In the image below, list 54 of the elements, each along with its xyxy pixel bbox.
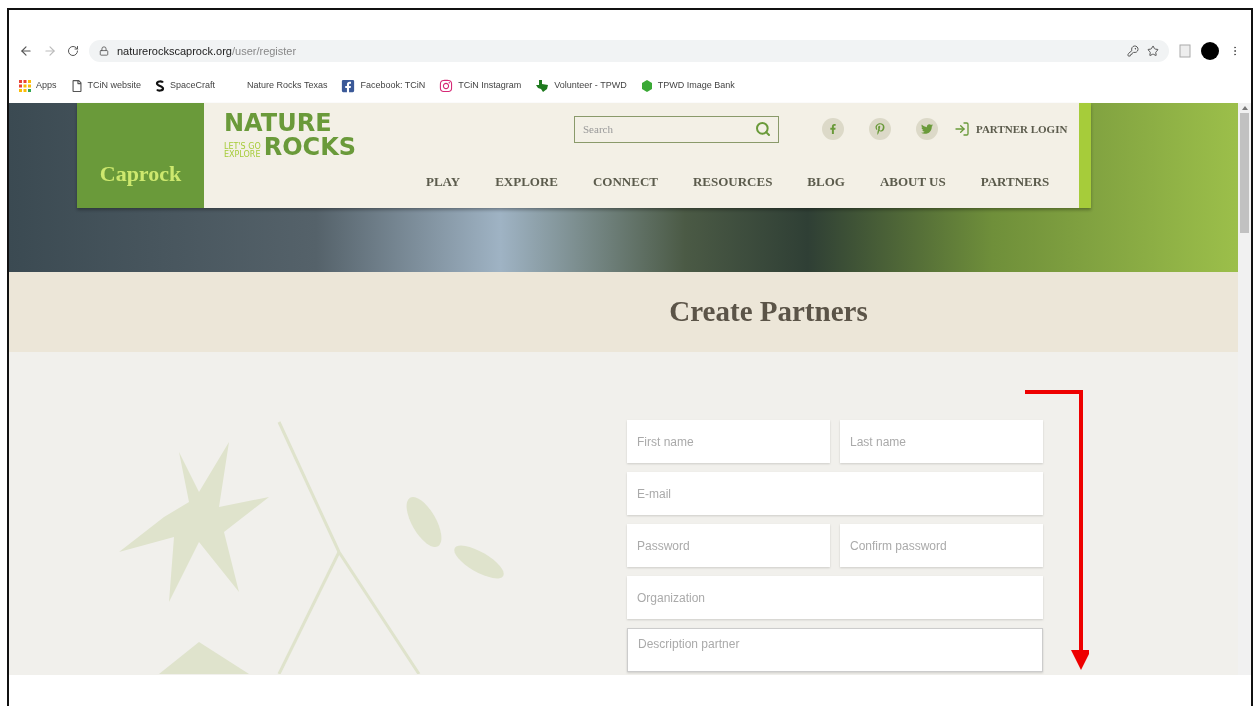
region-name: Caprock [99, 160, 182, 188]
bookmark-link[interactable]: TCiN website [70, 78, 142, 93]
bookmark-link[interactable]: Apps [19, 78, 57, 93]
nav-link[interactable]: RESOURCES [692, 171, 773, 192]
star-icon[interactable] [1147, 45, 1159, 57]
facebook-icon [341, 78, 356, 93]
pinterest-button[interactable] [869, 118, 891, 140]
bookmark-link[interactable]: Facebook: TCiN [341, 78, 426, 93]
scrollbar-thumb[interactable] [1240, 113, 1249, 233]
profile-avatar[interactable] [1201, 42, 1219, 60]
text-field[interactable]: Password [627, 524, 830, 567]
search-field[interactable]: Search [574, 115, 779, 143]
partner-login-link[interactable]: PARTNER LOGIN [954, 120, 1068, 138]
page-icon [70, 79, 83, 92]
nav-link[interactable]: ABOUT US [879, 171, 946, 192]
hexagon-logo-icon [640, 79, 653, 92]
bookmark-link[interactable]: Nature Rocks Texas [247, 78, 328, 93]
nav-link[interactable]: PLAY [426, 171, 461, 192]
text-area[interactable]: Description partner [627, 628, 1043, 672]
text-field[interactable]: E-mail [627, 472, 1043, 515]
pinterest-icon [874, 123, 886, 135]
letter-s-logo-icon [155, 79, 166, 92]
bookmark-link[interactable]: TPWD Image Bank [640, 78, 735, 93]
address-bar[interactable]: naturerockscaprock.org/user/register [89, 40, 1169, 62]
forward-icon[interactable] [43, 44, 57, 58]
state-shape-icon [535, 79, 550, 92]
facebook-icon [828, 124, 838, 134]
text-field[interactable]: First name [627, 420, 830, 463]
twitter-button[interactable] [916, 118, 938, 140]
bookmark-link[interactable]: Volunteer - TPWD [535, 78, 627, 93]
scrollbar[interactable] [1238, 103, 1251, 675]
scroll-up-icon[interactable] [1241, 106, 1248, 110]
bird-icon [921, 123, 933, 135]
text-field[interactable]: Last name [840, 420, 1043, 463]
key-icon[interactable] [1127, 45, 1139, 57]
bookmark-link[interactable]: TCiN Instagram [439, 78, 522, 93]
text-field[interactable]: Confirm password [840, 524, 1043, 567]
reload-icon[interactable] [67, 45, 79, 57]
document-icon[interactable] [1179, 44, 1191, 58]
back-icon[interactable] [19, 44, 33, 58]
nav-link[interactable]: CONNECT [592, 171, 658, 192]
bookmark-link[interactable]: SpaceCraft [155, 78, 216, 93]
page-title: Create Partners [669, 294, 868, 330]
lock-icon [99, 46, 109, 56]
facebook-button[interactable] [822, 118, 844, 140]
nav-link[interactable]: BLOG [807, 171, 845, 192]
url-text: naturerockscaprock.org/user/register [117, 43, 297, 59]
instagram-icon [439, 78, 454, 93]
text-field[interactable]: Organization [627, 576, 1043, 619]
login-icon [954, 121, 970, 137]
search-icon[interactable] [755, 120, 771, 137]
apps-grid-icon [19, 79, 31, 92]
nav-link[interactable]: PARTNERS [980, 171, 1050, 192]
nav-link[interactable]: EXPLORE [495, 171, 558, 192]
